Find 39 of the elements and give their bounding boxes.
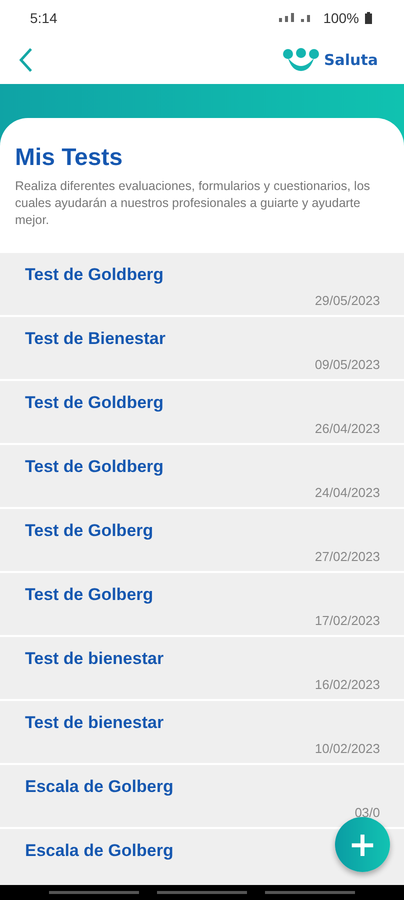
- test-item[interactable]: Test de Golberg 27/02/2023: [0, 509, 404, 571]
- logo-icon: [282, 48, 320, 72]
- test-name: Test de Goldberg: [25, 393, 164, 413]
- nav-bar-icon: [157, 891, 247, 894]
- page-description: Realiza diferentes evaluaciones, formularios y cuestionarios, los cuales ayudarán a nuestros profesionales a guiarte y ayudarte mejor.: [15, 178, 372, 229]
- status-time: 5:14: [30, 10, 58, 26]
- test-date: 09/05/2023: [314, 357, 380, 372]
- test-name: Test de bienestar: [25, 713, 164, 733]
- battery-level: 100%: [323, 10, 359, 26]
- test-name: Test de Golberg: [25, 585, 154, 605]
- test-date: 24/04/2023: [314, 485, 380, 500]
- battery-icon: [365, 12, 372, 24]
- nav-bar-icon: [49, 891, 139, 894]
- back-button[interactable]: [18, 46, 34, 72]
- test-name: Test de Goldberg: [25, 265, 164, 285]
- test-date: 17/02/2023: [314, 613, 380, 628]
- test-item[interactable]: Test de Golberg 17/02/2023: [0, 573, 404, 635]
- test-item[interactable]: Test de Goldberg 29/05/2023: [0, 253, 404, 315]
- test-item[interactable]: Test de Goldberg 24/04/2023: [0, 445, 404, 507]
- test-name: Escala de Golberg: [25, 841, 174, 861]
- test-name: Escala de Golberg: [25, 777, 174, 797]
- test-name: Test de Goldberg: [25, 457, 164, 477]
- test-item[interactable]: Test de bienestar 10/02/2023: [0, 701, 404, 763]
- test-name: Test de Golberg: [25, 521, 154, 541]
- test-item[interactable]: Test de bienestar 16/02/2023: [0, 637, 404, 699]
- test-item[interactable]: Test de Goldberg 26/04/2023: [0, 381, 404, 443]
- test-date: 27/02/2023: [314, 549, 380, 564]
- test-date: 26/04/2023: [314, 421, 380, 436]
- test-date: 10/02/2023: [314, 741, 380, 756]
- test-item[interactable]: Test de Bienestar 09/05/2023: [0, 317, 404, 379]
- logo-text: Saluta: [324, 50, 378, 68]
- test-name: Test de Bienestar: [25, 329, 166, 349]
- test-item[interactable]: Escala de Golberg 03/0: [0, 765, 404, 827]
- page-title: Mis Tests: [15, 144, 124, 172]
- test-date: 03/0: [354, 805, 380, 820]
- test-date: 29/05/2023: [314, 293, 380, 308]
- test-name: Test de bienestar: [25, 649, 164, 669]
- test-date: 16/02/2023: [314, 677, 380, 692]
- nav-bar-icon: [265, 891, 355, 894]
